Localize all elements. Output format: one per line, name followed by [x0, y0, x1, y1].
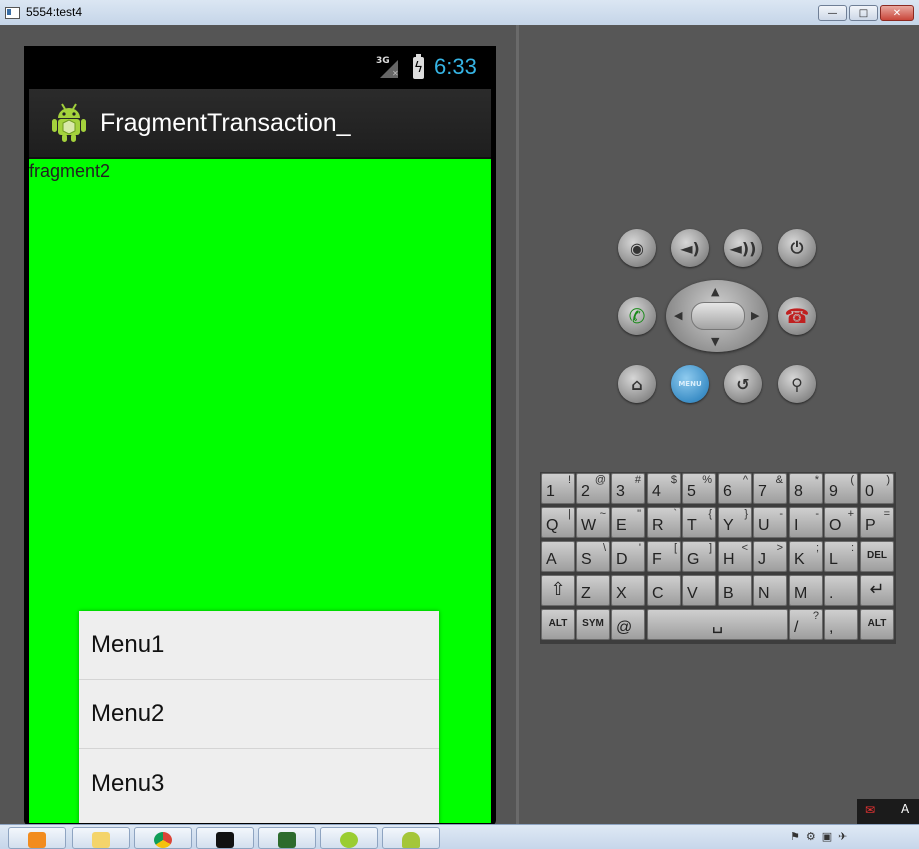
android-icon[interactable] — [382, 827, 440, 849]
chrome-icon[interactable] — [134, 827, 192, 849]
key-7[interactable]: 7 & — [753, 473, 787, 504]
key-d[interactable]: D ' — [611, 541, 645, 572]
key-0[interactable]: 0) — [860, 473, 894, 504]
key-q[interactable]: Q | — [541, 507, 575, 538]
dpad-down-icon[interactable]: ▼ — [711, 335, 719, 348]
task-manager-icon[interactable] — [258, 827, 316, 849]
signal-icon: 3G ✕ — [376, 56, 399, 78]
alt-key-left[interactable]: ALT — [541, 609, 575, 640]
key-r[interactable]: R ` — [647, 507, 681, 538]
key-6[interactable]: 6 ^ — [718, 473, 752, 504]
close-button[interactable]: ✕ — [880, 5, 914, 21]
key-w[interactable]: W ~ — [576, 507, 610, 538]
file-explorer-icon[interactable] — [72, 827, 130, 849]
dpad-right-icon[interactable]: ▶ — [751, 309, 759, 322]
power-icon[interactable]: ⏻ — [778, 229, 816, 267]
key-3[interactable]: 3 # — [611, 473, 645, 504]
minimize-button[interactable]: — — [818, 5, 847, 21]
options-menu: Menu1 Menu2 Menu3 — [79, 611, 439, 823]
ime-mode-label: A — [901, 802, 910, 816]
alt-key-right[interactable]: ALT — [860, 609, 894, 640]
key-at[interactable]: @ — [611, 609, 645, 640]
key-comma[interactable]: , — [824, 609, 858, 640]
shift-key[interactable]: ⇧ — [541, 575, 575, 606]
emulator-keyboard: 1! 2 @ 3 # 4 $ 5% 6 ^ 7 & 8 * 9( 0) Q | W ~ E " R… — [540, 472, 896, 644]
window-app-icon — [5, 7, 20, 19]
key-l[interactable]: L: — [824, 541, 858, 572]
dpad[interactable]: ▲ ▼ ◀ ▶ — [666, 280, 768, 352]
emulator-window: 3G ✕ ϟ 6:33 FragmentTransaction_ fragmen… — [0, 25, 919, 826]
menu-button[interactable]: MENU — [671, 365, 709, 403]
dpad-up-icon[interactable]: ▲ — [711, 285, 719, 298]
key-s[interactable]: S \ — [576, 541, 610, 572]
home-icon[interactable]: ⌂ — [618, 365, 656, 403]
key-g[interactable]: G] — [682, 541, 716, 572]
taskbar: ⚑⚙▣✈ — [0, 824, 919, 849]
ime-icon: ✉ — [865, 803, 876, 817]
key-del[interactable]: DEL — [860, 541, 894, 572]
window-title-bar: 5554:test4 — □ ✕ — [0, 0, 919, 26]
window-title: 5554:test4 — [26, 5, 83, 19]
app-title: FragmentTransaction_ — [100, 109, 351, 137]
key-c[interactable]: C — [647, 575, 681, 606]
status-bar: 3G ✕ ϟ 6:33 — [24, 46, 496, 89]
key-i[interactable]: I- — [789, 507, 823, 538]
key-j[interactable]: J > — [753, 541, 787, 572]
device-pane: 3G ✕ ϟ 6:33 FragmentTransaction_ fragmen… — [0, 25, 516, 826]
key-y[interactable]: Y} — [718, 507, 752, 538]
key-t[interactable]: T{ — [682, 507, 716, 538]
ime-indicator[interactable]: ✉ A — [857, 799, 919, 824]
key-9[interactable]: 9( — [824, 473, 858, 504]
key-a[interactable]: A — [541, 541, 575, 572]
key-u[interactable]: U- — [753, 507, 787, 538]
key-slash[interactable]: /? — [789, 609, 823, 640]
call-icon[interactable]: ✆ — [618, 297, 656, 335]
key-8[interactable]: 8 * — [789, 473, 823, 504]
search-icon[interactable]: ⚲ — [778, 365, 816, 403]
key-z[interactable]: Z — [576, 575, 610, 606]
action-bar: FragmentTransaction_ — [29, 89, 491, 159]
system-tray-icons[interactable]: ⚑⚙▣✈ — [790, 830, 853, 843]
dpad-left-icon[interactable]: ◀ — [674, 309, 682, 322]
maximize-button[interactable]: □ — [849, 5, 878, 21]
menu-item-menu1[interactable]: Menu1 — [79, 611, 439, 680]
device-screen: 3G ✕ ϟ 6:33 FragmentTransaction_ fragmen… — [24, 46, 496, 826]
android-robot-icon[interactable] — [51, 101, 87, 143]
media-player-icon[interactable] — [8, 827, 66, 849]
key-f[interactable]: F[ — [647, 541, 681, 572]
key-4[interactable]: 4 $ — [647, 473, 681, 504]
key-m[interactable]: M — [789, 575, 823, 606]
key-period[interactable]: . — [824, 575, 858, 606]
key-h[interactable]: H < — [718, 541, 752, 572]
eclipse-icon[interactable] — [320, 827, 378, 849]
camera-icon[interactable]: ◉ — [618, 229, 656, 267]
volume-down-icon[interactable]: ◄) — [671, 229, 709, 267]
menu-item-menu2[interactable]: Menu2 — [79, 680, 439, 749]
fragment-container: fragment2 Menu1 Menu2 Menu3 — [29, 159, 491, 823]
command-prompt-icon[interactable] — [196, 827, 254, 849]
end-call-icon[interactable]: ☎ — [778, 297, 816, 335]
key-k[interactable]: K; — [789, 541, 823, 572]
enter-key[interactable]: ↵ — [860, 575, 894, 606]
key-x[interactable]: X — [611, 575, 645, 606]
volume-up-icon[interactable]: ◄)) — [724, 229, 762, 267]
back-icon[interactable]: ↺ — [724, 365, 762, 403]
key-o[interactable]: O + — [824, 507, 858, 538]
fragment-label: fragment2 — [29, 161, 111, 181]
key-e[interactable]: E " — [611, 507, 645, 538]
sym-key[interactable]: SYM — [576, 609, 610, 640]
space-key[interactable]: ␣ — [647, 609, 788, 640]
battery-charging-icon: ϟ — [413, 54, 424, 79]
key-b[interactable]: B — [718, 575, 752, 606]
key-n[interactable]: N — [753, 575, 787, 606]
key-p[interactable]: P = — [860, 507, 894, 538]
key-2[interactable]: 2 @ — [576, 473, 610, 504]
key-1[interactable]: 1! — [541, 473, 575, 504]
status-clock: 6:33 — [434, 54, 477, 79]
dpad-center-button[interactable] — [691, 302, 745, 330]
key-v[interactable]: V — [682, 575, 716, 606]
controls-pane: ◉ ◄) ◄)) ⏻ ✆ ▲ ▼ ◀ ▶ ☎ ⌂ MENU ↺ ⚲ — [519, 25, 919, 824]
key-5[interactable]: 5% — [682, 473, 716, 504]
menu-item-menu3[interactable]: Menu3 — [79, 749, 439, 818]
